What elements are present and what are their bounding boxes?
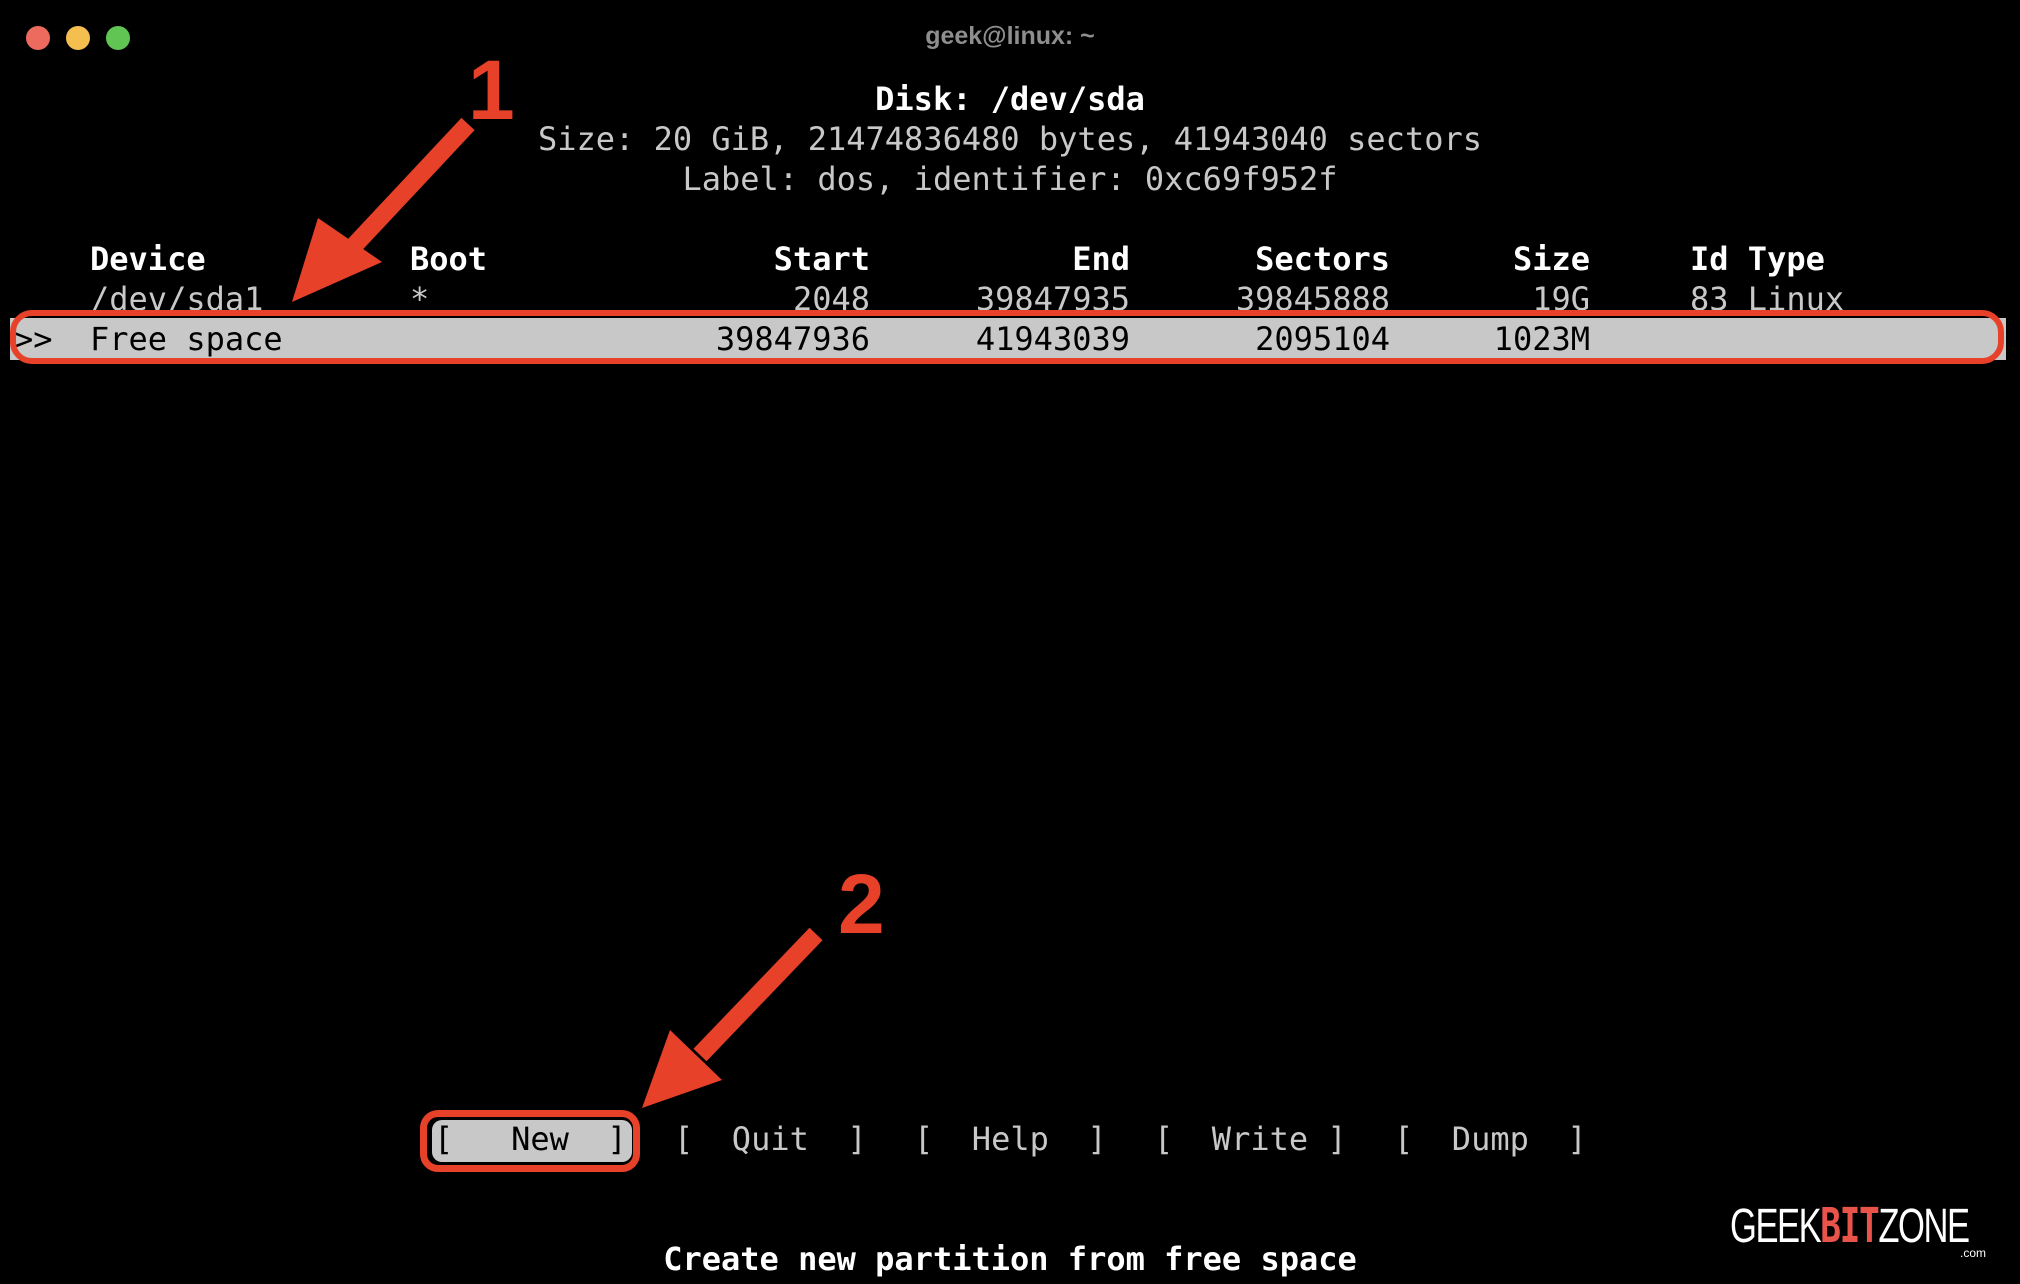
annotation-number-1: 1	[468, 43, 515, 137]
arrow-step-1	[292, 117, 475, 302]
logo-zone: ZONE	[1878, 1200, 1970, 1253]
annotation-arrows	[292, 117, 823, 1108]
arrow-step-2	[642, 927, 823, 1108]
geekbitzone-logo: GEEKBITZONE	[1730, 1198, 1970, 1254]
logo-domain-suffix: .com	[1960, 1246, 1987, 1260]
logo-geek: GEEK	[1730, 1200, 1822, 1253]
logo-bit: BIT	[1820, 1198, 1880, 1254]
annotation-number-2: 2	[838, 857, 885, 951]
